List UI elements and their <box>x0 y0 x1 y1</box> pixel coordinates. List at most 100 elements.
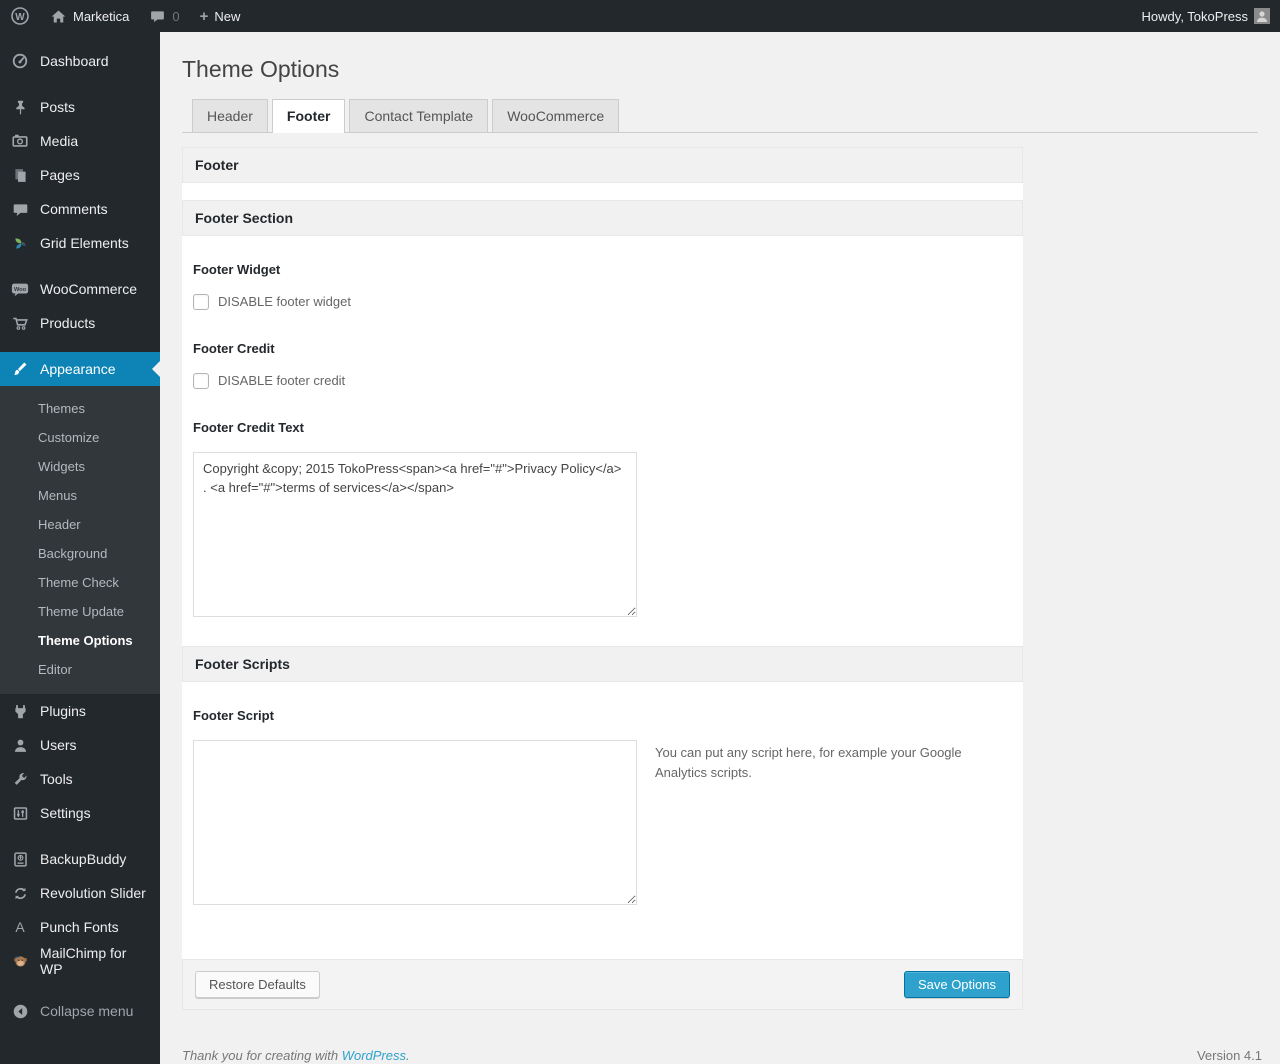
wordpress-logo-menu[interactable]: W <box>0 0 40 32</box>
comment-count: 0 <box>172 8 180 24</box>
tab-header[interactable]: Header <box>192 98 268 132</box>
footer-credit-textarea[interactable]: Copyright &copy; 2015 TokoPress<span><a … <box>193 451 637 617</box>
thank-you-text: Thank you for creating with WordPress. <box>182 1048 410 1063</box>
sidebar-item-comments[interactable]: Comments <box>0 192 160 226</box>
sidebar-item-label: Tools <box>40 771 73 787</box>
sidebar-item-mailchimp[interactable]: MailChimp for WP <box>0 944 160 978</box>
avatar <box>1254 8 1270 24</box>
comment-bubble-icon <box>149 8 166 25</box>
new-label: New <box>214 8 241 24</box>
sidebar-item-plugins[interactable]: Plugins <box>0 694 160 728</box>
version-text: Version 4.1 <box>1196 1047 1262 1063</box>
new-content-menu[interactable]: + New <box>190 0 251 32</box>
footer-script-hint: You can put any script here, for example… <box>655 744 962 781</box>
sidebar-item-label: Collapse menu <box>40 1003 134 1019</box>
thanks-suffix: . <box>406 1047 410 1063</box>
sidebar-item-settings[interactable]: Settings <box>0 796 160 830</box>
grid-elements-icon <box>10 233 30 253</box>
mailchimp-monkey-icon <box>10 951 30 971</box>
refresh-cycle-icon <box>10 883 30 903</box>
footer-widget-label: Footer Widget <box>193 261 281 277</box>
sidebar-item-pages[interactable]: Pages <box>0 158 160 192</box>
sidebar-item-label: Media <box>40 133 79 149</box>
sidebar-item-label: Posts <box>40 99 76 115</box>
sidebar-item-grid-elements[interactable]: Grid Elements <box>0 226 160 260</box>
save-options-button[interactable]: Save Options <box>903 970 1010 998</box>
pushpin-icon <box>10 97 30 117</box>
footer-script-textarea[interactable] <box>193 739 637 905</box>
sidebar-item-tools[interactable]: Tools <box>0 762 160 796</box>
sidebar-item-label: Revolution Slider <box>40 885 146 901</box>
sidebar-item-label: BackupBuddy <box>40 851 127 867</box>
tab-woocommerce[interactable]: WooCommerce <box>492 98 620 132</box>
plugin-icon <box>10 701 30 721</box>
sidebar-item-punch-fonts[interactable]: A Punch Fonts <box>0 910 160 944</box>
sidebar-item-label: Grid Elements <box>40 235 129 251</box>
sidebar-item-label: WooCommerce <box>40 281 137 297</box>
theme-options-panel: Footer Footer Section Footer Widget DISA… <box>182 146 1023 1010</box>
submenu-item-editor[interactable]: Editor <box>0 655 160 684</box>
sidebar-item-woocommerce[interactable]: Woo WooCommerce <box>0 272 160 306</box>
main-content: Theme Options Header Footer Contact Templa… <box>160 0 1280 1064</box>
woocommerce-icon: Woo <box>10 279 30 299</box>
wordpress-link[interactable]: WordPress <box>342 1048 406 1063</box>
sidebar-item-posts[interactable]: Posts <box>0 90 160 124</box>
admin-sidebar: Dashboard Posts Media Pages Comments Gri… <box>0 32 160 1064</box>
letter-a-icon: A <box>15 919 25 935</box>
sidebar-item-media[interactable]: Media <box>0 124 160 158</box>
disable-footer-widget-checkbox[interactable] <box>193 293 209 310</box>
cart-icon <box>10 313 30 333</box>
tab-footer[interactable]: Footer <box>271 98 346 133</box>
comments-menu[interactable]: 0 <box>139 0 189 32</box>
plus-icon: + <box>199 7 209 25</box>
sidebar-item-backupbuddy[interactable]: BackupBuddy <box>0 842 160 876</box>
admin-footer: Thank you for creating with WordPress. V… <box>182 1048 1262 1064</box>
sidebar-item-revolution-slider[interactable]: Revolution Slider <box>0 876 160 910</box>
panel-title-bar: Footer <box>182 146 1023 183</box>
site-name: Marketica <box>73 8 130 24</box>
footer-script-label: Footer Script <box>193 707 274 723</box>
submenu-item-theme-options[interactable]: Theme Options <box>0 626 160 655</box>
submenu-item-theme-update[interactable]: Theme Update <box>0 597 160 626</box>
tab-bar: Header Footer Contact Template WooCommerce <box>182 98 1258 133</box>
disable-footer-credit-checkbox[interactable] <box>193 372 209 389</box>
sidebar-item-products[interactable]: Products <box>0 306 160 340</box>
sidebar-item-label: Settings <box>40 805 91 821</box>
sidebar-item-label: Plugins <box>40 703 86 719</box>
comments-icon <box>10 199 30 219</box>
sidebar-item-label: Products <box>40 315 96 331</box>
sidebar-item-label: Pages <box>40 167 80 183</box>
submenu-item-background[interactable]: Background <box>0 539 160 568</box>
sidebar-item-label: Users <box>40 737 77 753</box>
panel-footer-bar: Restore Defaults Save Options <box>182 958 1023 1010</box>
thanks-prefix: Thank you for creating with <box>182 1047 342 1063</box>
disable-footer-widget-text: DISABLE footer widget <box>218 294 351 310</box>
submenu-item-header[interactable]: Header <box>0 510 160 539</box>
camera-icon <box>10 131 30 151</box>
sidebar-item-users[interactable]: Users <box>0 728 160 762</box>
footer-scripts-bar: Footer Scripts <box>182 645 1023 682</box>
my-account-menu[interactable]: Howdy, TokoPress <box>1132 0 1280 32</box>
sidebar-item-label: MailChimp for WP <box>40 945 127 977</box>
wordpress-logo-icon: W <box>10 6 30 26</box>
sidebar-item-collapse-menu[interactable]: Collapse menu <box>0 994 160 1028</box>
sidebar-item-label: Dashboard <box>40 53 109 69</box>
restore-defaults-button[interactable]: Restore Defaults <box>195 970 320 998</box>
footer-section-bar: Footer Section <box>182 199 1023 236</box>
submenu-item-customize[interactable]: Customize <box>0 423 160 452</box>
sidebar-item-appearance[interactable]: Appearance <box>0 352 160 386</box>
appearance-brush-icon <box>10 359 30 379</box>
dashboard-icon <box>10 51 30 71</box>
home-icon <box>50 8 67 25</box>
settings-icon <box>10 803 30 823</box>
footer-credit-text-label: Footer Credit Text <box>193 419 304 435</box>
sidebar-item-dashboard[interactable]: Dashboard <box>0 44 160 78</box>
submenu-item-theme-check[interactable]: Theme Check <box>0 568 160 597</box>
howdy-text: Howdy, TokoPress <box>1141 8 1248 24</box>
site-link[interactable]: Marketica <box>40 0 139 32</box>
submenu-item-widgets[interactable]: Widgets <box>0 452 160 481</box>
submenu-item-menus[interactable]: Menus <box>0 481 160 510</box>
disable-footer-credit-text: DISABLE footer credit <box>218 373 346 389</box>
submenu-item-themes[interactable]: Themes <box>0 394 160 423</box>
tab-contact-template[interactable]: Contact Template <box>349 98 489 132</box>
